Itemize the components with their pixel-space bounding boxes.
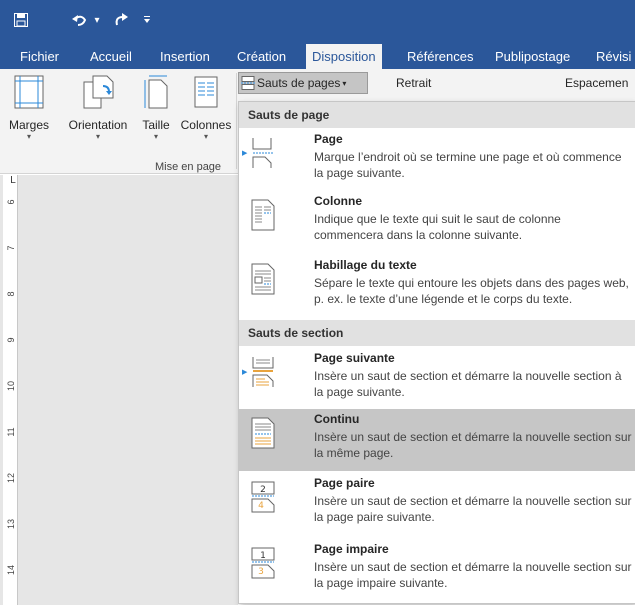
group-label-mise-en-page: Mise en page [155,161,222,173]
colonnes-button[interactable]: Colonnes ▾ [177,72,235,142]
text-wrapping-break-icon [251,263,275,295]
even-page-number: 2 [260,485,266,495]
tab-disposition[interactable]: Disposition [306,44,382,69]
menu-item-title: Colonne [314,194,362,208]
section-header-sauts-de-page: Sauts de page [239,102,635,128]
chevron-down-icon: ▾ [95,132,100,141]
odd-page-number: 1 [260,551,266,561]
even-next-page-number: 4 [258,501,264,511]
ruler-number: 12 [6,472,16,483]
menu-item-page[interactable]: ▶ Page Marque l’endroit où se termine un… [239,129,635,189]
next-page-section-break-icon [252,357,274,387]
colonnes-label: Colonnes [180,118,232,132]
ruler-number: 10 [6,380,16,391]
ribbon-tabs: Fichier Accueil Insertion Création Dispo… [0,40,635,69]
menu-item-description: Indique que le texte qui suit le saut de… [314,212,561,242]
menu-item-title: Page paire [314,476,375,490]
chevron-down-icon: ▾ [203,132,208,141]
tab-fichier[interactable]: Fichier [14,44,65,69]
ruler-number: 11 [6,427,16,437]
redo-icon[interactable] [110,0,132,40]
espacement-label: Espacemen [565,76,629,90]
menu-item-page-impaire[interactable]: 13 Page impaire Insère un saut de sectio… [239,539,635,603]
menu-item-description: Insère un saut de section et démarre la … [314,430,632,460]
chevron-down-icon: ▾ [153,132,158,141]
group-divider [236,73,237,169]
menu-item-page-paire[interactable]: 24 Page paire Insère un saut de section … [239,473,635,537]
size-icon [137,72,175,112]
orientation-label: Orientation [68,118,128,132]
chevron-down-icon: ▾ [26,132,31,141]
menu-item-title: Page suivante [314,351,395,365]
chevron-down-icon: ▾ [342,78,347,88]
menu-item-page-suivante[interactable]: ▶ Page suivante Insère un saut de sectio… [239,348,635,408]
menu-item-title: Habillage du texte [314,258,417,272]
ruler-number: 14 [6,564,16,575]
menu-item-description: Insère un saut de section et démarre la … [314,369,622,399]
marges-label: Marges [8,118,49,132]
save-icon[interactable] [8,0,34,40]
page-break-icon [252,138,273,168]
tab-creation[interactable]: Création [231,44,292,69]
ruler-number: 6 [6,199,16,205]
title-bar: ▾ [0,0,635,40]
columns-icon [177,72,235,112]
menu-item-continu[interactable]: Continu Insère un saut de section et dém… [239,409,635,471]
menu-item-description: Marque l’endroit où se termine une page … [314,150,622,180]
column-break-icon [251,199,275,231]
odd-next-page-number: 3 [258,567,264,577]
ruler-number: 8 [6,291,16,297]
even-page-section-break-icon: 24 [251,481,275,513]
menu-item-title: Page [314,132,343,146]
tab-insertion[interactable]: Insertion [154,44,216,69]
menu-item-description: Insère un saut de section et démarre la … [314,494,632,524]
taille-button[interactable]: Taille ▾ [137,72,175,142]
margins-icon [4,72,54,112]
undo-icon[interactable] [68,0,90,40]
odd-page-section-break-icon: 13 [251,547,275,579]
continuous-section-break-icon [251,417,275,449]
tab-revision[interactable]: Révisi [590,44,635,69]
orientation-icon [62,72,134,112]
ruler-number: 9 [6,337,16,343]
tab-accueil[interactable]: Accueil [84,44,138,69]
menu-item-description: Sépare le texte qui entoure les objets d… [314,276,629,306]
undo-dropdown-icon[interactable]: ▾ [92,0,102,40]
vertical-ruler: L 6 7 8 9 10 11 12 13 14 [3,175,18,605]
menu-item-colonne[interactable]: Colonne Indique que le texte qui suit le… [239,191,635,253]
taille-label: Taille [142,118,170,132]
tab-stop-selector[interactable]: L [7,175,19,187]
menu-item-description: Insère un saut de section et démarre la … [314,560,632,590]
sauts-de-pages-button[interactable]: Sauts de pages ▾ [238,72,368,94]
tab-publipostage[interactable]: Publipostage [489,44,576,69]
marges-button[interactable]: Marges ▾ [4,72,54,142]
orientation-button[interactable]: Orientation ▾ [62,72,134,142]
sauts-de-pages-menu: Sauts de page ▶ Page Marque l’endroit où… [238,101,635,604]
retrait-label: Retrait [396,76,432,90]
ruler-number: 7 [6,245,16,251]
menu-item-habillage[interactable]: Habillage du texte Sépare le texte qui e… [239,255,635,317]
menu-item-title: Continu [314,412,360,426]
tab-references[interactable]: Références [401,44,479,69]
section-header-sauts-de-section: Sauts de section [239,320,635,346]
page-breaks-icon [241,76,255,90]
ruler-number: 13 [6,518,16,529]
document-area[interactable] [0,175,238,605]
customize-icon[interactable] [140,0,154,40]
menu-item-title: Page impaire [314,542,389,556]
sauts-de-pages-label: Sauts de pages [257,76,341,90]
